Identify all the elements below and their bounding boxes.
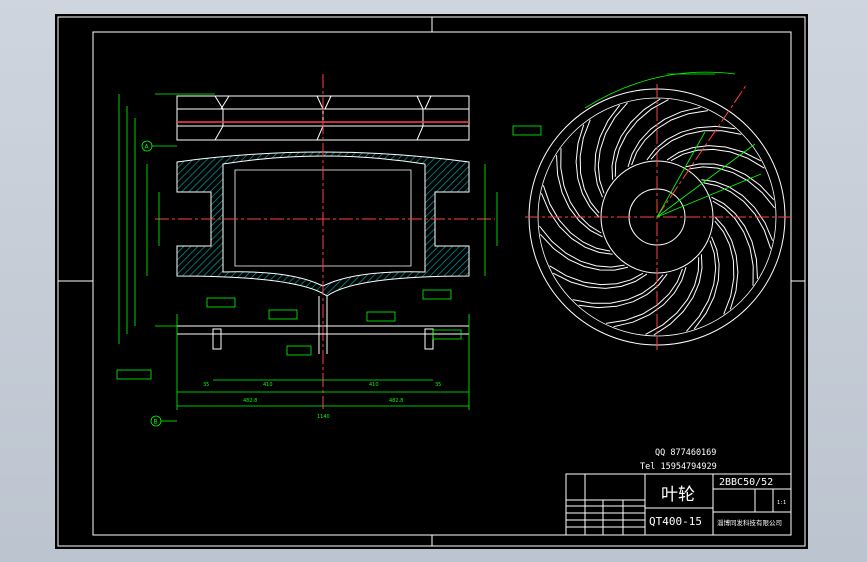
dim-flange-left: 35 bbox=[203, 382, 209, 388]
impeller-blade-edge bbox=[597, 102, 628, 194]
dim-overall-width: 1140 bbox=[317, 414, 330, 420]
impeller-blade bbox=[539, 233, 629, 271]
dim-right-inner: 410 bbox=[369, 382, 379, 388]
impeller-blade bbox=[714, 216, 739, 310]
dim-left-half: 482.8 bbox=[243, 398, 257, 404]
datum-a-marker: A bbox=[141, 140, 177, 152]
section-view: 1140 482.8 482.8 410 410 35 35 A B bbox=[116, 74, 542, 427]
impeller-blade bbox=[666, 145, 762, 162]
impeller-angle-ref bbox=[656, 83, 748, 218]
impeller-blade-edge bbox=[670, 148, 765, 169]
app-frame: 1140 482.8 482.8 410 410 35 35 A B QQ 87… bbox=[0, 0, 867, 562]
impeller-blade bbox=[578, 273, 668, 309]
title-company: 淄博同发科技有限公司 bbox=[717, 518, 782, 527]
datum-b-label: B bbox=[154, 419, 158, 426]
impeller-front-view bbox=[525, 71, 790, 350]
dim-left-inner: 410 bbox=[263, 382, 273, 388]
impeller-blade bbox=[613, 267, 687, 328]
impeller-blade bbox=[693, 236, 720, 330]
impeller-blade bbox=[594, 104, 621, 198]
impeller-blade bbox=[701, 179, 774, 241]
impeller-blade-edge bbox=[650, 130, 742, 160]
dim-flange-right: 35 bbox=[435, 382, 441, 388]
impeller-blade bbox=[653, 254, 703, 336]
impeller-blade bbox=[540, 193, 613, 255]
datum-a-label: A bbox=[145, 144, 150, 151]
title-drawing-number: 2BBC50/52 bbox=[719, 477, 773, 488]
hub-cavity bbox=[222, 155, 426, 287]
dimension-labels: 1140 482.8 482.8 410 410 35 35 bbox=[203, 382, 441, 420]
impeller-blade-edge bbox=[686, 240, 717, 332]
title-part-name: 叶轮 bbox=[661, 485, 695, 505]
dim-right-half: 482.8 bbox=[389, 398, 403, 404]
contact-tel: Tel 15954794929 bbox=[640, 462, 717, 472]
inner-frame bbox=[92, 31, 792, 536]
impeller-blade bbox=[685, 163, 775, 201]
drawing-viewport[interactable]: 1140 482.8 482.8 410 410 35 35 A B QQ 87… bbox=[55, 14, 808, 549]
title-scale: 1:1 bbox=[777, 500, 786, 506]
contact-info: QQ 877460169 Tel 15954794929 bbox=[640, 448, 717, 472]
impeller-blade bbox=[627, 106, 701, 167]
impeller-blade bbox=[646, 125, 736, 161]
impeller-blade bbox=[552, 272, 648, 289]
cad-drawing: 1140 482.8 482.8 410 410 35 35 A B QQ 87… bbox=[57, 16, 806, 547]
datum-b-marker: B bbox=[150, 415, 177, 427]
contact-qq: QQ 877460169 bbox=[655, 448, 716, 458]
impeller-blade-edge bbox=[579, 119, 600, 214]
impeller-blade-edge bbox=[549, 265, 644, 286]
impeller-blade bbox=[611, 98, 661, 180]
impeller-blade bbox=[575, 124, 600, 218]
title-material: QT400-15 bbox=[649, 515, 702, 528]
impeller-blade-edge bbox=[572, 274, 664, 304]
impeller-blade-edge bbox=[714, 220, 735, 315]
